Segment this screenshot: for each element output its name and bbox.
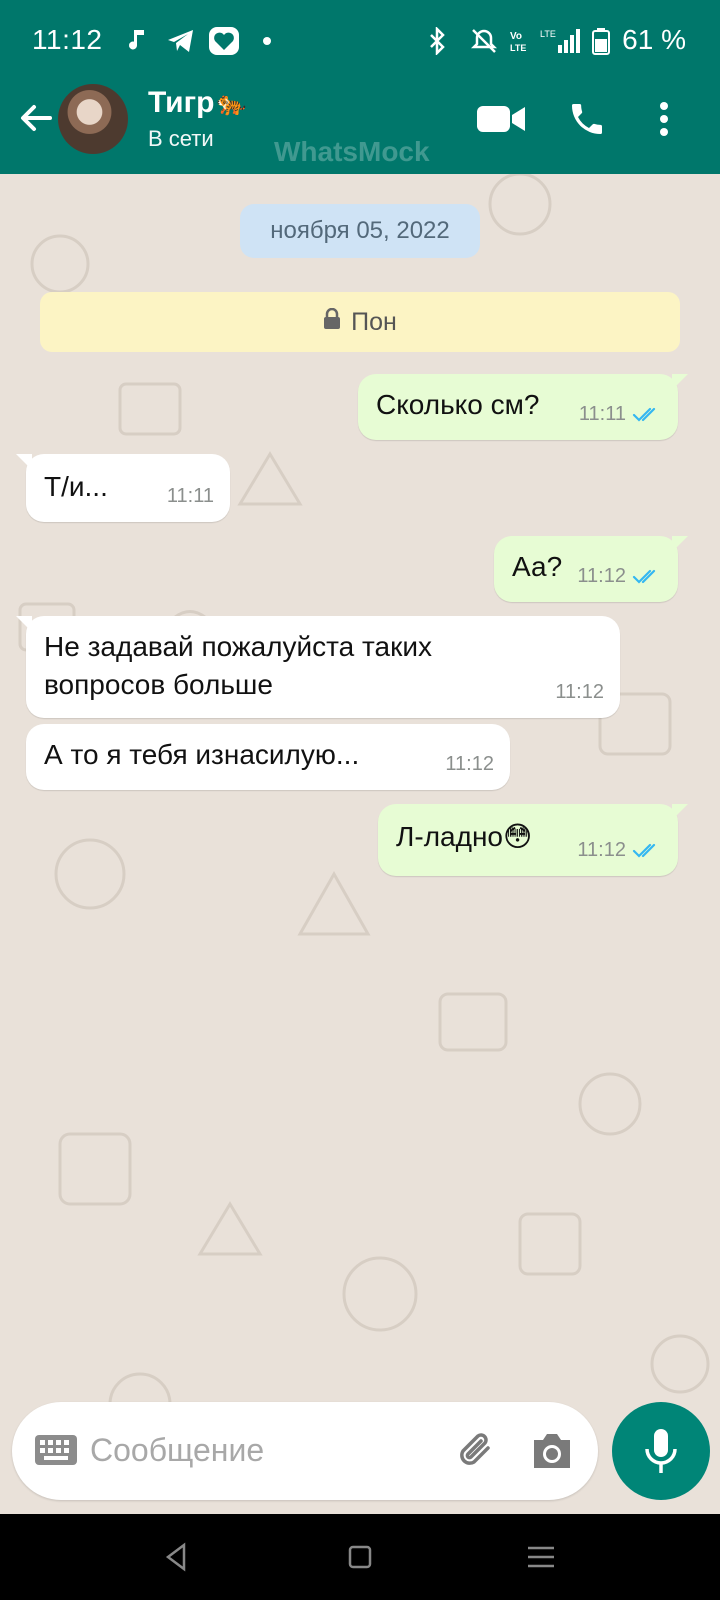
attach-clip-icon[interactable] <box>454 1428 500 1474</box>
system-message: Пон <box>40 292 680 352</box>
more-vert-icon[interactable] <box>650 96 678 142</box>
status-time: 11:12 <box>32 24 103 55</box>
bubble-tail <box>672 536 688 552</box>
phone-icon[interactable] <box>562 96 612 142</box>
camera-icon[interactable] <box>530 1430 574 1472</box>
message-input[interactable]: Сообщение <box>90 1432 264 1469</box>
message-meta: 11:11 <box>167 485 214 508</box>
lock-icon <box>323 307 341 337</box>
bubble-tail <box>16 454 32 470</box>
message-meta: 11:12 <box>577 839 662 862</box>
message-time: 11:12 <box>445 753 494 775</box>
read-ticks-icon <box>632 569 656 584</box>
bluetooth-icon <box>428 26 446 56</box>
mute-icon <box>470 26 498 56</box>
presence-status: В сети <box>148 126 214 151</box>
message-text: Аа? <box>512 551 563 582</box>
bubble-tail <box>16 616 32 632</box>
message-bubble-incoming[interactable]: Т/и... 11:11 <box>16 454 230 522</box>
video-call-icon[interactable] <box>476 96 526 142</box>
message-meta: 11:11 <box>579 403 662 426</box>
mic-button[interactable] <box>612 1402 710 1500</box>
nav-recents-icon[interactable] <box>524 1540 558 1574</box>
battery-percent: 61 % <box>622 24 686 55</box>
dot-icon <box>262 26 272 56</box>
message-text: Л-ладно😳 <box>396 821 533 852</box>
message-composer[interactable]: Сообщение <box>12 1402 598 1500</box>
keyboard-icon[interactable] <box>34 1434 78 1466</box>
svg-text:LTE: LTE <box>540 29 556 39</box>
contact-name-text: Тигр <box>148 86 215 119</box>
telegram-icon <box>166 26 196 56</box>
message-text: Не задавай пожалуйста таких вопросов бол… <box>44 631 432 700</box>
tiger-emoji: 🐅 <box>216 89 247 117</box>
message-text: Сколько см? <box>376 389 540 420</box>
message-bubble-incoming[interactable]: А то я тебя изнасилую... 11:12 <box>26 724 510 790</box>
message-time: 11:12 <box>577 565 626 587</box>
message-text: Т/и... <box>44 471 108 502</box>
message-bubble-outgoing[interactable]: Аа? 11:12 <box>494 536 688 602</box>
status-bar: 11:12 Vo LTE LTE 61 % <box>0 0 720 82</box>
bubble-tail <box>672 374 688 390</box>
message-bubble-outgoing[interactable]: Сколько см? 11:11 <box>358 374 688 440</box>
nav-back-icon[interactable] <box>160 1540 194 1574</box>
mic-icon <box>645 1429 677 1473</box>
message-time: 11:11 <box>578 403 626 425</box>
chat-area[interactable]: ноября 05, 2022 Пон Сколько см? 11:11 Т/… <box>0 174 720 1514</box>
app-header: 11:12 Vo LTE LTE 61 % Тигр 🐅 В сети What… <box>0 0 720 174</box>
bubble-tail <box>672 804 688 820</box>
message-meta: 11:12 <box>555 681 604 704</box>
svg-text:Vo: Vo <box>510 31 522 42</box>
message-time: 11:12 <box>555 681 604 703</box>
message-time: 11:11 <box>166 485 214 507</box>
nav-home-icon[interactable] <box>343 1540 377 1574</box>
read-ticks-icon <box>632 843 656 858</box>
app-heart-icon <box>208 26 240 56</box>
message-time: 11:12 <box>577 839 626 861</box>
date-separator: ноября 05, 2022 <box>240 204 480 258</box>
back-arrow-icon[interactable] <box>14 96 58 140</box>
system-message-text: Пон <box>351 307 397 336</box>
music-note-icon <box>126 26 146 56</box>
message-bubble-outgoing[interactable]: Л-ладно😳 11:12 <box>378 804 688 876</box>
lte-signal-icon: LTE <box>540 26 580 56</box>
watermark: WhatsMock <box>274 136 430 167</box>
message-bubble-incoming[interactable]: Не задавай пожалуйста таких вопросов бол… <box>16 616 620 718</box>
system-nav-bar <box>0 1514 720 1600</box>
battery-icon <box>592 26 610 56</box>
volte-icon: Vo LTE <box>510 26 534 56</box>
contact-name[interactable]: Тигр 🐅 <box>148 86 246 120</box>
avatar[interactable] <box>58 84 128 154</box>
message-meta: 11:12 <box>577 565 662 588</box>
message-text: А то я тебя изнасилую... <box>44 739 360 770</box>
read-ticks-icon <box>632 407 656 422</box>
message-meta: 11:12 <box>445 753 494 776</box>
svg-text:LTE: LTE <box>510 43 526 53</box>
